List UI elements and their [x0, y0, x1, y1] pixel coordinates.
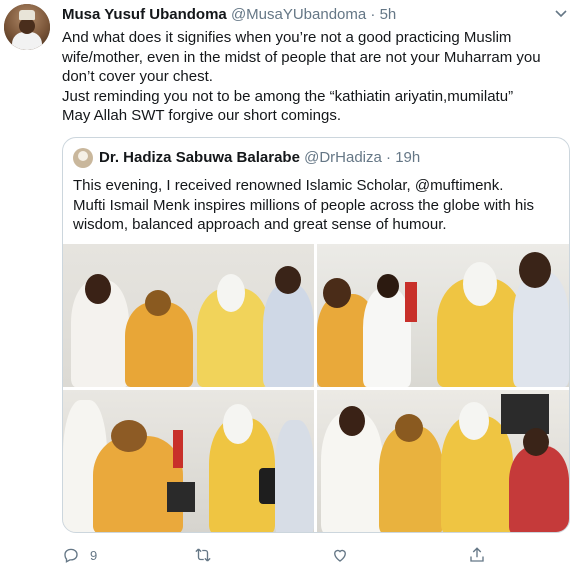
quoted-timestamp: 19h [395, 149, 421, 166]
tweet[interactable]: Musa Yusuf Ubandoma @MusaYUbandoma · 5h … [0, 0, 580, 573]
reply-count: 9 [90, 547, 98, 563]
tweet-text-line: Just reminding you not to be among the “… [62, 87, 514, 105]
quoted-text-line: wisdom, balanced approach and great sens… [73, 216, 447, 233]
share-button[interactable] [468, 544, 486, 566]
reply-icon [64, 548, 78, 563]
quoted-author-name: Dr. Hadiza Sabuwa Balarabe [99, 149, 300, 166]
tweet-text-line: don’t cover your chest. [62, 68, 213, 85]
quoted-author-handle: @DrHadiza [304, 149, 382, 166]
reply-button[interactable]: 9 [62, 544, 97, 566]
quoted-tweet-header: Dr. Hadiza Sabuwa Balarabe @DrHadiza · 1… [99, 149, 420, 167]
tweet-text: And what does it signifies when you’re n… [62, 28, 567, 126]
quoted-text-line: This evening, I received renowned Islami… [73, 177, 504, 194]
photo-3[interactable] [63, 390, 314, 532]
separator: · [386, 149, 392, 166]
author-name[interactable]: Musa Yusuf Ubandoma [62, 6, 227, 23]
quoted-tweet[interactable]: Dr. Hadiza Sabuwa Balarabe @DrHadiza · 1… [62, 137, 570, 533]
photo-2[interactable] [317, 244, 569, 387]
share-icon [470, 547, 484, 562]
quoted-text-line: Mufti Ismail Menk inspires millions of p… [73, 196, 535, 214]
quoted-tweet-text: This evening, I received renowned Islami… [73, 176, 563, 235]
like-icon [334, 549, 346, 562]
like-button[interactable] [331, 544, 359, 566]
caret-down-icon[interactable] [554, 6, 568, 20]
photo-grid [63, 244, 569, 532]
retweet-button[interactable] [194, 544, 222, 566]
photo-4[interactable] [317, 390, 569, 532]
photo-1[interactable] [63, 244, 314, 387]
quoted-author-avatar [73, 148, 93, 168]
author-handle[interactable]: @MusaYUbandoma [231, 6, 366, 23]
tweet-text-line: And what does it signifies when you’re n… [62, 29, 512, 46]
separator: · [370, 6, 376, 23]
tweet-text-line: wife/mother, even in the midst of people… [62, 48, 541, 66]
timestamp[interactable]: 5h [380, 6, 397, 23]
tweet-text-line: May Allah SWT forgive our short comings. [62, 107, 341, 124]
author-avatar[interactable] [4, 4, 50, 50]
tweet-header: Musa Yusuf Ubandoma @MusaYUbandoma · 5h [62, 6, 396, 24]
retweet-icon [195, 548, 211, 562]
tweet-actions: 9 [62, 544, 570, 566]
